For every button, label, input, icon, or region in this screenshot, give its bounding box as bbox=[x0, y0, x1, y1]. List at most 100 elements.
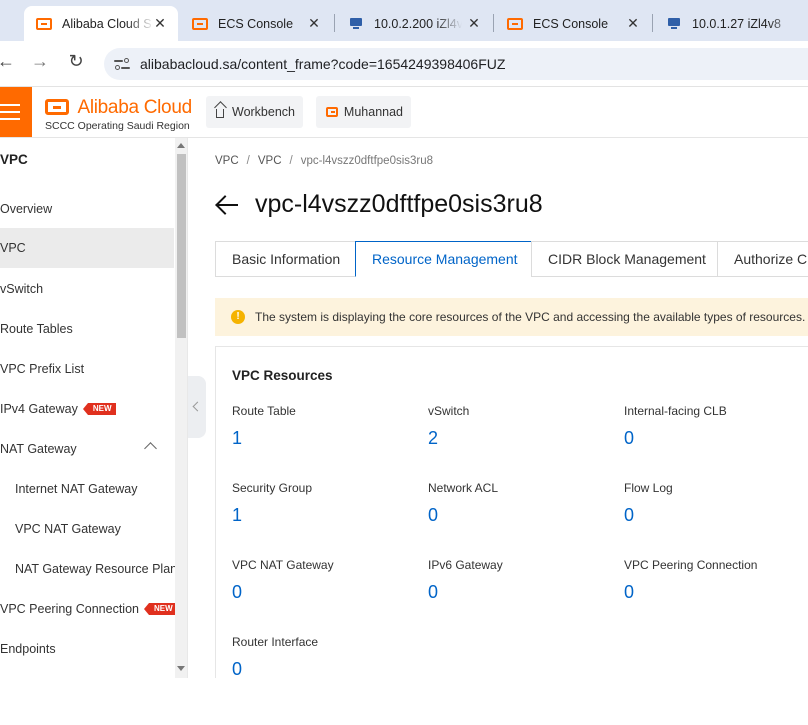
sidebar-item-overview[interactable]: Overview bbox=[0, 189, 174, 229]
alibaba-cloud-icon bbox=[326, 107, 338, 117]
page-title: vpc-l4vszz0dftfpe0sis3ru8 bbox=[215, 190, 543, 219]
tab-authorize[interactable]: Authorize Cr bbox=[717, 241, 808, 277]
vpc-resources-card: VPC Resources Route Table 1 vSwitch 2 In… bbox=[215, 346, 808, 678]
sidebar-item-label: Route Tables bbox=[0, 322, 73, 336]
resource-count-link[interactable]: 2 bbox=[428, 428, 618, 449]
new-badge: NEW bbox=[144, 603, 177, 615]
sidebar-item-label: Overview bbox=[0, 202, 53, 216]
resource-label: Network ACL bbox=[428, 481, 499, 495]
sidebar-item-ipv4-gateway[interactable]: IPv4 Gateway NEW bbox=[0, 389, 174, 429]
sidebar-item-nat-gateway[interactable]: NAT Gateway bbox=[0, 429, 174, 469]
site-settings-icon[interactable] bbox=[114, 56, 130, 72]
sidebar-item-internet-nat-gateway[interactable]: Internet NAT Gateway bbox=[0, 469, 174, 509]
sidebar-item-route-tables[interactable]: Route Tables bbox=[0, 309, 174, 349]
tab-resource-management[interactable]: Resource Management bbox=[355, 241, 532, 277]
tab-separator bbox=[493, 14, 494, 32]
new-badge: NEW bbox=[82, 403, 116, 415]
sidebar-item-vpc[interactable]: VPC bbox=[0, 228, 174, 268]
close-tab-icon[interactable]: ✕ bbox=[466, 15, 482, 32]
chevron-up-icon[interactable] bbox=[144, 442, 157, 455]
close-tab-icon[interactable]: ✕ bbox=[306, 15, 322, 32]
sidebar-item-endpoints[interactable]: Endpoints bbox=[0, 629, 174, 669]
tab-cidr-block-management[interactable]: CIDR Block Management bbox=[531, 241, 718, 277]
breadcrumb-current: vpc-l4vszz0dftfpe0sis3ru8 bbox=[300, 155, 434, 167]
sidebar-item-label: Endpoints bbox=[0, 642, 56, 656]
scroll-down-icon[interactable] bbox=[177, 666, 185, 671]
url-field[interactable]: alibabacloud.sa/content_frame?code=16542… bbox=[104, 48, 808, 80]
collapse-sidebar-button[interactable] bbox=[188, 376, 206, 438]
sidebar-item-label: VPC Prefix List bbox=[0, 362, 85, 376]
reload-icon[interactable]: ↻ bbox=[64, 51, 88, 72]
warning-icon: ! bbox=[231, 310, 245, 324]
resource-label: Internal-facing CLB bbox=[624, 404, 727, 418]
sidebar-scrollbar-thumb[interactable] bbox=[177, 154, 186, 338]
page-title-text: vpc-l4vszz0dftfpe0sis3ru8 bbox=[255, 190, 543, 218]
resource-count-link[interactable]: 0 bbox=[624, 428, 808, 449]
main-content: VPC / VPC / vpc-l4vszz0dftfpe0sis3ru8 vpc-l4… bbox=[206, 138, 808, 678]
resource-count-link[interactable]: 0 bbox=[428, 505, 618, 526]
resource-label: Flow Log bbox=[624, 481, 673, 495]
resource-label: VPC Peering Connection bbox=[624, 558, 758, 572]
resource-security-group: Security Group 1 bbox=[232, 481, 422, 526]
resource-count-link[interactable]: 0 bbox=[624, 582, 808, 603]
resource-count-link[interactable]: 1 bbox=[232, 505, 422, 526]
browser-tab-alibaba-cloud[interactable]: Alibaba Cloud S ✕ bbox=[24, 6, 178, 41]
resource-count-link[interactable]: 0 bbox=[624, 505, 808, 526]
resource-count-link[interactable]: 1 bbox=[232, 428, 422, 449]
sidebar-item-label: NAT Gateway bbox=[0, 442, 77, 456]
resource-label: Security Group bbox=[232, 481, 313, 495]
tab-title: ECS Console bbox=[533, 16, 609, 31]
breadcrumb-separator: / bbox=[289, 155, 293, 167]
breadcrumb-separator: / bbox=[246, 155, 250, 167]
back-icon[interactable]: ← bbox=[0, 51, 18, 72]
logo-text: Alibaba Cloud bbox=[77, 97, 192, 118]
card-title: VPC Resources bbox=[232, 368, 333, 383]
resource-label: Route Table bbox=[232, 404, 296, 418]
close-tab-icon[interactable]: ✕ bbox=[152, 15, 168, 32]
sidebar-item-vpc-peering-connection[interactable]: VPC Peering Connection NEW bbox=[0, 589, 177, 629]
sidebar-item-vpc-nat-gateway[interactable]: VPC NAT Gateway bbox=[0, 509, 174, 549]
tab-title: 10.0.1.27 iZl4v8 bbox=[692, 16, 781, 31]
console-header: Alibaba Cloud SCCC Operating Saudi Regio… bbox=[0, 87, 808, 138]
sidebar-item-nat-gateway-resource-plan[interactable]: NAT Gateway Resource Plan bbox=[0, 549, 178, 589]
resource-label: Router Interface bbox=[232, 635, 319, 649]
resource-vpc-nat-gateway: VPC NAT Gateway 0 bbox=[232, 558, 422, 603]
account-button[interactable]: Muhannad bbox=[316, 96, 411, 128]
workbench-button[interactable]: Workbench bbox=[206, 96, 303, 128]
breadcrumb-item[interactable]: VPC bbox=[215, 155, 239, 167]
alibaba-cloud-logo[interactable]: Alibaba Cloud bbox=[45, 97, 192, 119]
menu-icon[interactable] bbox=[0, 87, 32, 137]
browser-tab-ecs-console-2[interactable]: ECS Console ✕ bbox=[495, 6, 651, 41]
sidebar-item-vpc-prefix-list[interactable]: VPC Prefix List bbox=[0, 349, 174, 389]
forward-icon[interactable]: → bbox=[28, 51, 52, 72]
resource-vswitch: vSwitch 2 bbox=[428, 404, 618, 449]
sidebar-item-label: VPC Peering Connection bbox=[0, 602, 139, 616]
resource-ipv6-gateway: IPv6 Gateway 0 bbox=[428, 558, 618, 603]
resource-count-link[interactable]: 0 bbox=[232, 582, 422, 603]
breadcrumb: VPC / VPC / vpc-l4vszz0dftfpe0sis3ru8 bbox=[215, 155, 433, 167]
back-arrow-icon[interactable] bbox=[215, 193, 239, 217]
sidebar-item-label: NAT Gateway Resource Plan bbox=[15, 562, 178, 576]
resource-internal-facing-clb: Internal-facing CLB 0 bbox=[624, 404, 808, 449]
alibaba-cloud-icon bbox=[507, 17, 523, 30]
tab-title: Alibaba Cloud S bbox=[62, 16, 152, 31]
sidebar-item-vswitch[interactable]: vSwitch bbox=[0, 269, 174, 309]
browser-tab-remote-desktop-1[interactable]: 10.0.2.200 iZl4v ✕ bbox=[336, 6, 492, 41]
resource-count-link[interactable]: 0 bbox=[428, 582, 618, 603]
browser-tab-ecs-console-1[interactable]: ECS Console ✕ bbox=[180, 6, 332, 41]
resource-vpc-peering-connection: VPC Peering Connection 0 bbox=[624, 558, 808, 603]
remote-desktop-icon bbox=[348, 17, 364, 30]
tab-title: 10.0.2.200 iZl4v bbox=[374, 16, 462, 31]
workbench-label: Workbench bbox=[232, 105, 295, 119]
close-tab-icon[interactable]: ✕ bbox=[625, 15, 641, 32]
remote-desktop-icon bbox=[666, 17, 682, 30]
scroll-up-icon[interactable] bbox=[177, 143, 185, 148]
resource-count-link[interactable]: 0 bbox=[232, 659, 422, 678]
tab-basic-information[interactable]: Basic Information bbox=[215, 241, 356, 277]
sidebar-item-label: VPC bbox=[0, 241, 26, 255]
tab-label: CIDR Block Management bbox=[548, 251, 706, 267]
tab-label: Basic Information bbox=[232, 251, 341, 267]
breadcrumb-item[interactable]: VPC bbox=[258, 155, 282, 167]
sidebar-title: VPC bbox=[0, 152, 28, 167]
browser-tab-remote-desktop-2[interactable]: 10.0.1.27 iZl4v8 bbox=[654, 6, 808, 41]
